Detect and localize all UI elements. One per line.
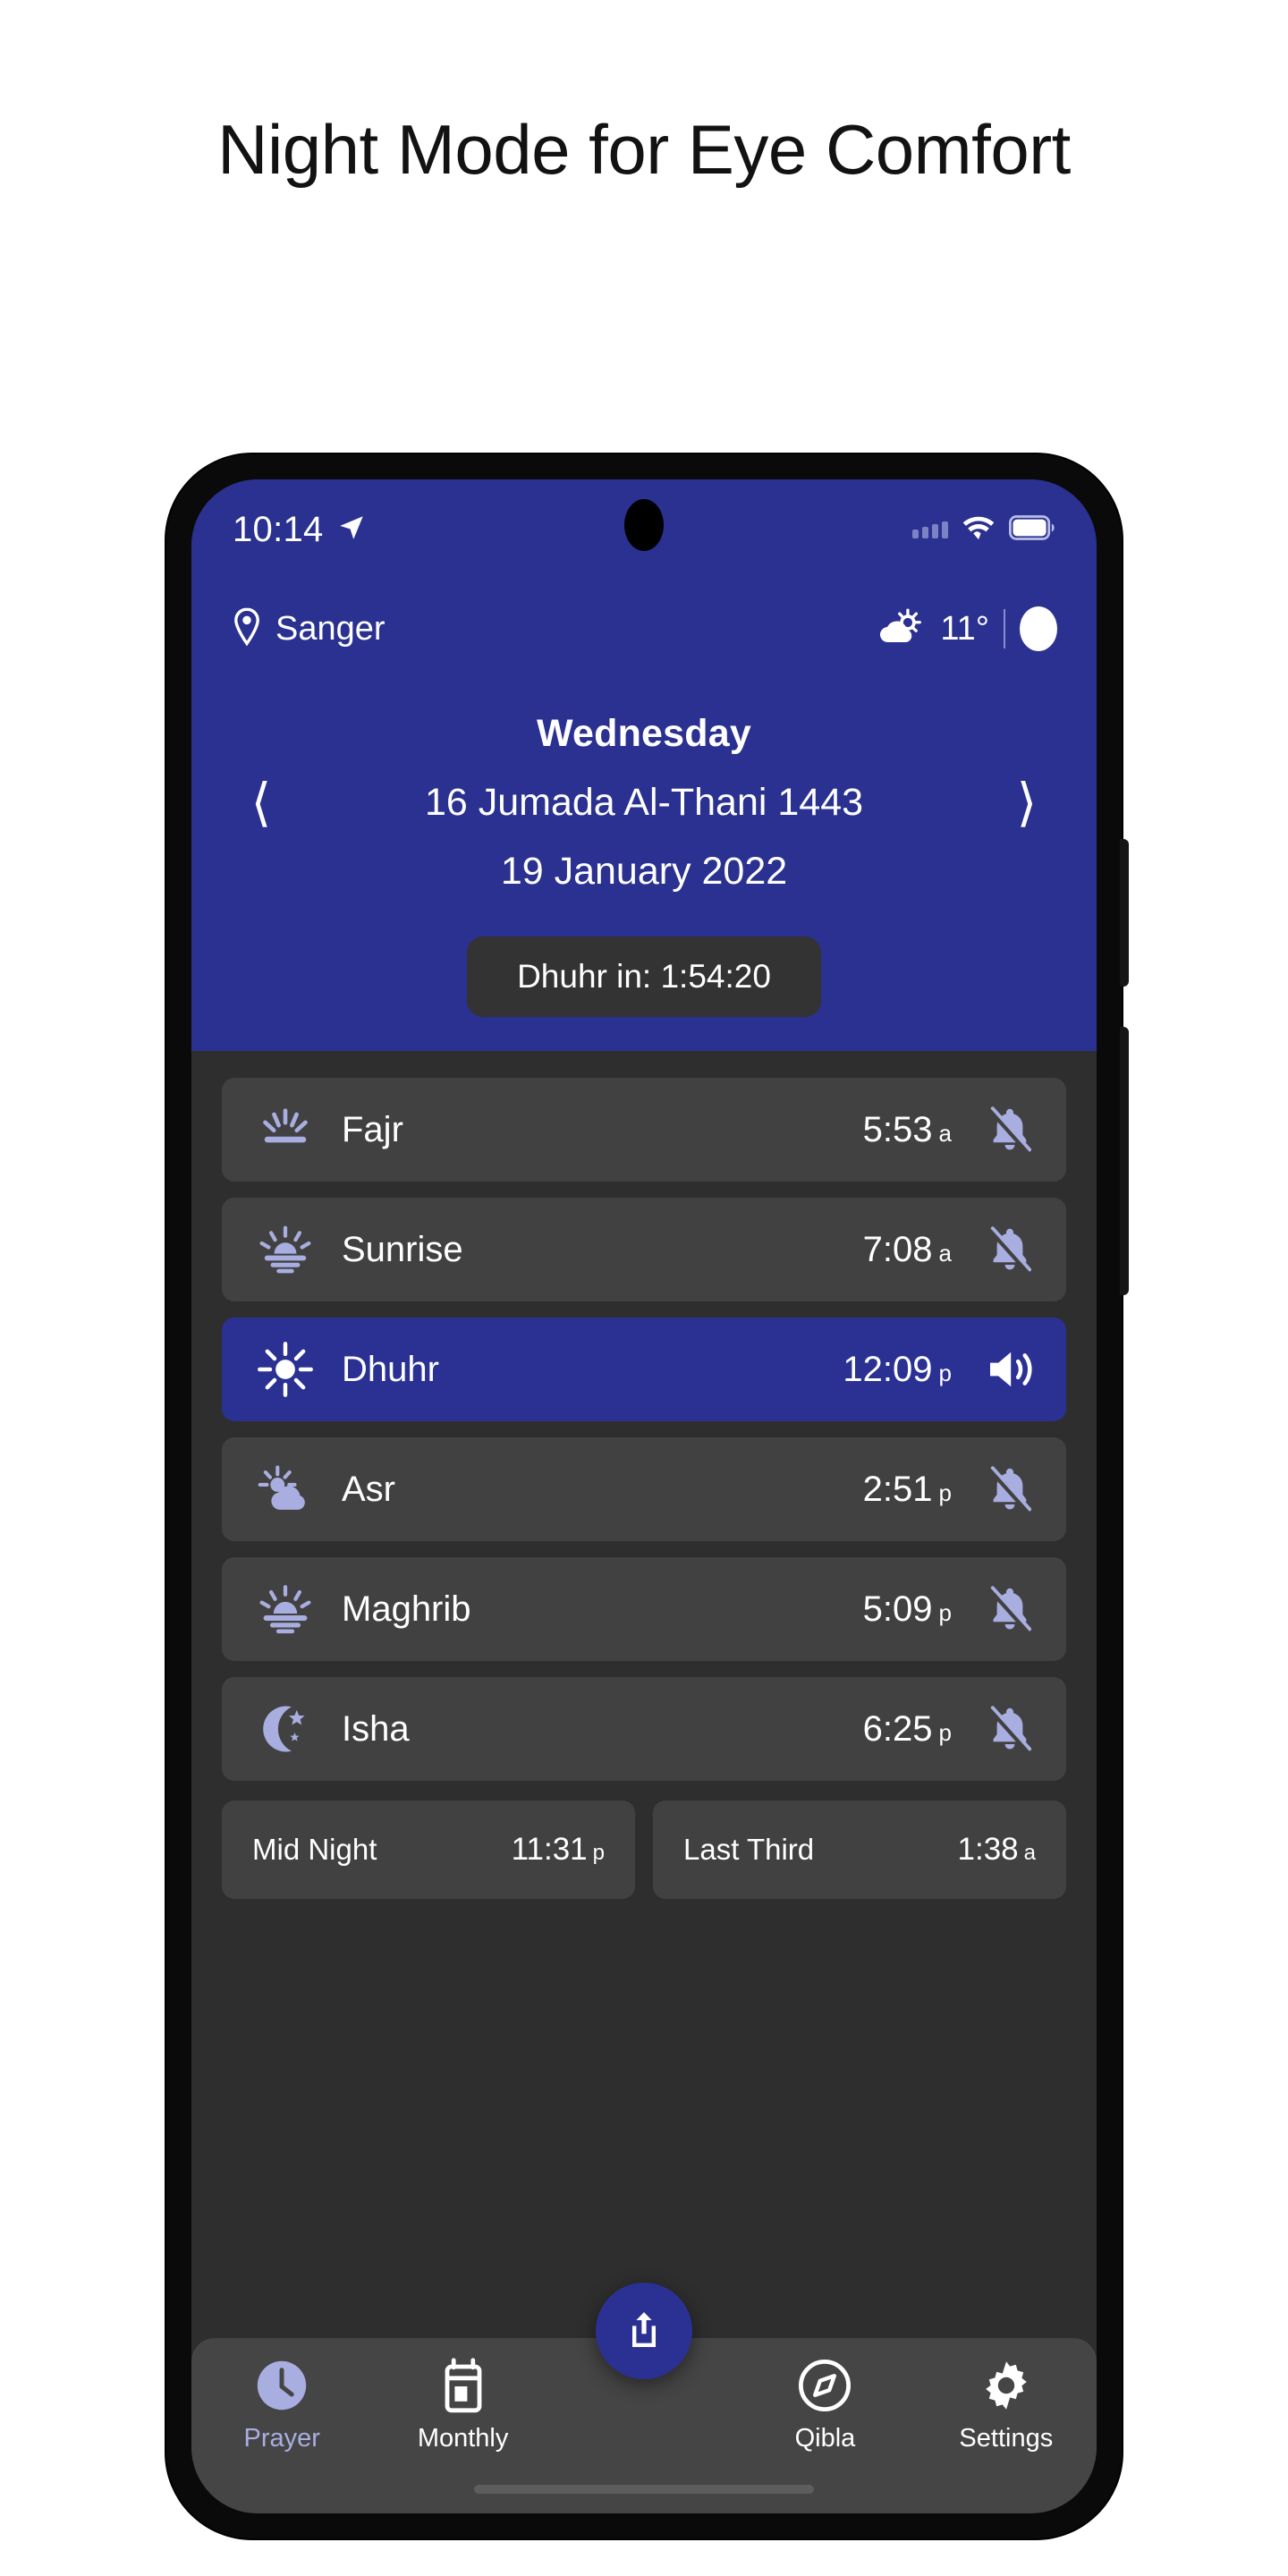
prayer-name: Fajr	[342, 1109, 403, 1149]
location-chip[interactable]: Sanger	[231, 607, 386, 651]
crescent-stars-icon	[252, 1703, 318, 1755]
gregorian-date-label: 19 January 2022	[500, 850, 788, 893]
prayer-time: 5:53 a	[862, 1109, 952, 1149]
prayer-name: Isha	[342, 1708, 410, 1749]
page-title: Night Mode for Eye Comfort	[217, 110, 1071, 189]
nav-item-qibla[interactable]: Qibla	[734, 2358, 915, 2453]
bell-off-icon[interactable]	[984, 1464, 1036, 1514]
phone-screen: 10:14 Sanger 11° ⟨ Wednesday 16 Jumada A…	[191, 479, 1097, 2513]
prayer-time: 12:09 p	[843, 1349, 952, 1389]
signal-dots-icon	[912, 521, 948, 538]
bottom-navigation: Prayer Monthly Qibla Settings	[191, 2283, 1097, 2513]
sun-behind-cloud-icon	[252, 1464, 318, 1514]
extra-time-value: 1:38 a	[957, 1832, 1036, 1867]
extra-times-row: Mid Night 11:31 p Last Third 1:38 a	[222, 1801, 1066, 1899]
wifi-icon	[961, 513, 996, 547]
volume-button[interactable]	[1120, 1027, 1129, 1295]
nav-item-prayer[interactable]: Prayer	[191, 2358, 372, 2453]
camera-punch-hole	[624, 499, 664, 551]
location-name: Sanger	[275, 609, 386, 648]
navigation-arrow-icon	[336, 513, 367, 547]
status-bar: 10:14	[191, 479, 1097, 580]
share-icon	[623, 2308, 665, 2355]
next-day-button[interactable]: ⟩	[1002, 776, 1052, 829]
power-button[interactable]	[1120, 839, 1129, 987]
weekday-label: Wednesday	[537, 712, 751, 755]
prayer-name: Maghrib	[342, 1589, 471, 1629]
prayer-time: 7:08 a	[862, 1229, 952, 1269]
sun-icon	[252, 1342, 318, 1397]
map-pin-icon	[231, 607, 263, 651]
hijri-date-label: 16 Jumada Al-Thani 1443	[424, 781, 864, 824]
calendar-icon	[438, 2358, 488, 2413]
prayer-list: Fajr 5:53a Sunrise 7:08a Dhuhr 12:09p	[191, 1051, 1097, 2513]
prayer-row[interactable]: Sunrise 7:08 a	[222, 1198, 1066, 1301]
nav-item-monthly[interactable]: Monthly	[372, 2358, 553, 2453]
battery-full-icon	[1009, 514, 1055, 546]
bell-off-icon[interactable]	[984, 1224, 1036, 1275]
prayer-row[interactable]: Dhuhr 12:09 p	[222, 1318, 1066, 1421]
bell-off-icon[interactable]	[984, 1105, 1036, 1155]
date-navigator: ⟨ Wednesday 16 Jumada Al-Thani 1443 19 J…	[191, 665, 1097, 894]
prayer-row[interactable]: Fajr 5:53 a	[222, 1078, 1066, 1182]
header-divider	[1004, 609, 1005, 648]
prayer-row[interactable]: Asr 2:51 p	[222, 1437, 1066, 1541]
share-button[interactable]	[596, 2283, 692, 2379]
sun-behind-cloud-icon	[877, 606, 926, 653]
gear-icon	[979, 2358, 1033, 2413]
extra-time-card[interactable]: Mid Night 11:31 p	[222, 1801, 635, 1899]
prev-day-button[interactable]: ⟨	[236, 776, 286, 829]
next-prayer-countdown: Dhuhr in: 1:54:20	[467, 936, 821, 1017]
nav-item-label: Qibla	[794, 2424, 856, 2453]
nav-item-label: Settings	[959, 2424, 1054, 2453]
extra-time-label: Mid Night	[252, 1833, 377, 1866]
nav-item-label: Prayer	[243, 2424, 320, 2453]
sunrise-icon	[252, 1224, 318, 1275]
home-indicator	[474, 2485, 814, 2494]
prayer-time: 5:09 p	[862, 1589, 952, 1629]
prayer-time: 6:25 p	[862, 1708, 952, 1749]
prayer-name: Asr	[342, 1469, 395, 1509]
extra-time-label: Last Third	[683, 1833, 815, 1866]
location-weather-row: Sanger 11°	[191, 580, 1097, 665]
bell-off-icon[interactable]	[984, 1704, 1036, 1754]
extra-time-card[interactable]: Last Third 1:38 a	[653, 1801, 1066, 1899]
dawn-rays-icon	[252, 1106, 318, 1153]
prayer-row[interactable]: Maghrib 5:09 p	[222, 1557, 1066, 1661]
countdown-container: Dhuhr in: 1:54:20	[191, 936, 1097, 1017]
nav-item-settings[interactable]: Settings	[916, 2358, 1097, 2453]
prayer-name: Dhuhr	[342, 1349, 439, 1389]
half-moon-icon[interactable]	[1020, 606, 1057, 651]
prayer-row[interactable]: Isha 6:25 p	[222, 1677, 1066, 1781]
promo-page: Night Mode for Eye Comfort 10:14 Sanger …	[0, 0, 1288, 2576]
phone-mockup: 10:14 Sanger 11° ⟨ Wednesday 16 Jumada A…	[166, 454, 1129, 2538]
extra-time-value: 11:31 p	[511, 1832, 605, 1867]
nav-item-label: Monthly	[417, 2424, 509, 2453]
date-display: Wednesday 16 Jumada Al-Thani 1443 19 Jan…	[286, 712, 1002, 894]
speaker-on-icon[interactable]	[984, 1346, 1036, 1393]
clock-icon	[255, 2358, 309, 2413]
prayer-time: 2:51 p	[862, 1469, 952, 1509]
temperature-value: 11°	[940, 609, 989, 648]
compass-icon	[798, 2358, 852, 2413]
status-time: 10:14	[233, 509, 324, 549]
bell-off-icon[interactable]	[984, 1584, 1036, 1634]
app-header: Sanger 11° ⟨ Wednesday 16 Jumada Al-Than…	[191, 580, 1097, 1051]
sunset-icon	[252, 1584, 318, 1634]
prayer-name: Sunrise	[342, 1229, 463, 1269]
